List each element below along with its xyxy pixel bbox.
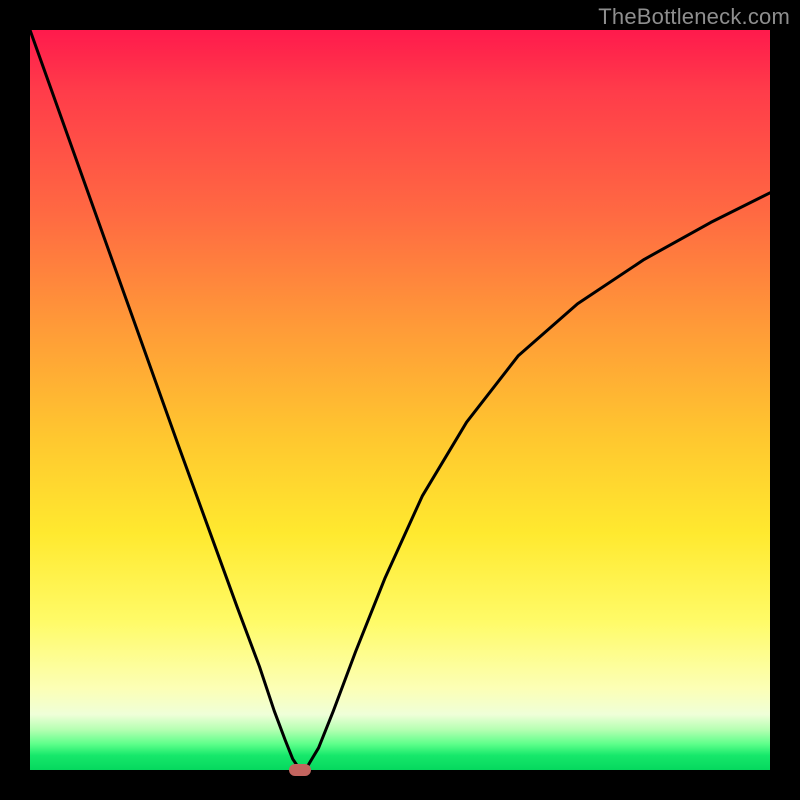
chart-frame: TheBottleneck.com	[0, 0, 800, 800]
watermark-text: TheBottleneck.com	[598, 4, 790, 30]
plot-area	[30, 30, 770, 770]
bottleneck-curve	[30, 30, 770, 770]
optimum-marker	[289, 764, 311, 776]
